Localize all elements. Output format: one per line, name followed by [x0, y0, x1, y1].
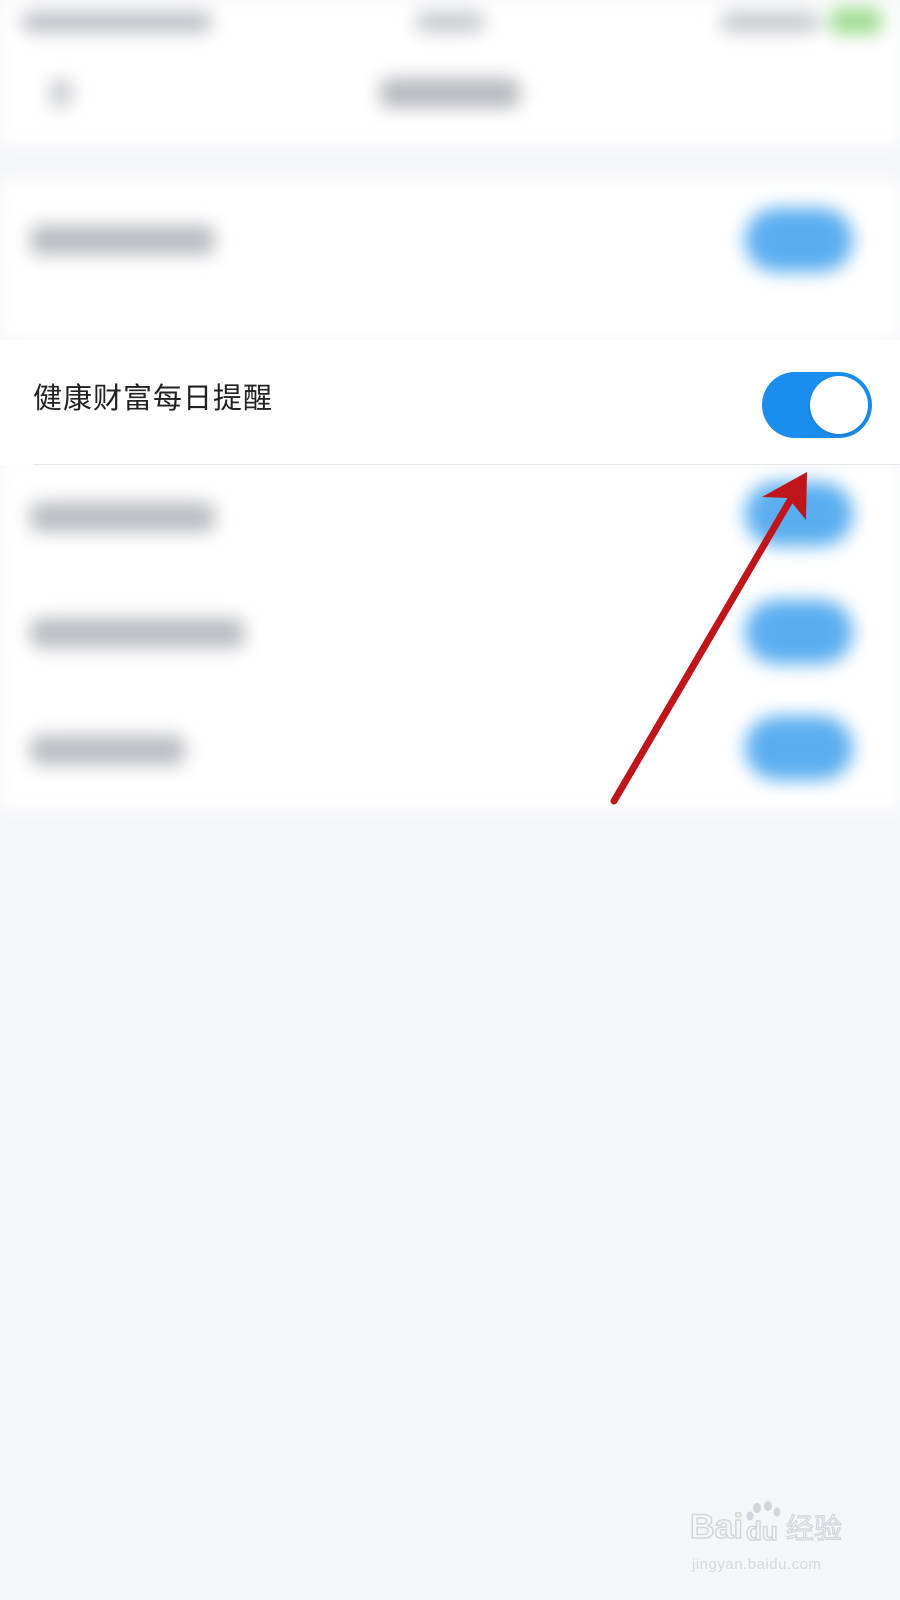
page-title-blurred [380, 78, 520, 108]
setting-label-blurred [30, 225, 215, 255]
watermark-url: jingyan.baidu.com [692, 1556, 822, 1573]
svg-text:经验: 经验 [786, 1512, 842, 1545]
setting-toggle-blurred[interactable] [745, 482, 853, 546]
settings-list-top [0, 180, 900, 340]
settings-list-bottom [0, 460, 900, 810]
baidu-logo-icon: Bai du 经验 [690, 1501, 843, 1547]
settings-screen: 健康财富每日提醒 Bai du 经验 jingyan.baidu.com [0, 0, 900, 1600]
status-bar [0, 0, 900, 50]
setting-toggle[interactable] [762, 372, 872, 438]
setting-toggle-blurred[interactable] [745, 208, 853, 272]
row-divider [33, 464, 900, 465]
svg-text:du: du [746, 1516, 778, 1546]
nav-bar [0, 50, 900, 145]
svg-text:Bai: Bai [690, 1508, 743, 1546]
setting-label-blurred [30, 618, 245, 648]
blurred-background [0, 0, 900, 1600]
setting-toggle-blurred[interactable] [745, 716, 853, 780]
status-time-blurred [415, 12, 485, 32]
setting-label-blurred [30, 502, 215, 532]
setting-label: 健康财富每日提醒 [33, 381, 274, 415]
watermark: Bai du 经验 jingyan.baidu.com [690, 1500, 865, 1580]
toggle-knob [810, 376, 868, 434]
setting-toggle-blurred[interactable] [745, 600, 853, 664]
status-carrier-blurred [22, 12, 212, 32]
setting-label-blurred [30, 735, 185, 765]
back-icon[interactable] [50, 80, 72, 106]
battery-icon [830, 8, 882, 34]
status-icons-blurred [720, 12, 820, 32]
